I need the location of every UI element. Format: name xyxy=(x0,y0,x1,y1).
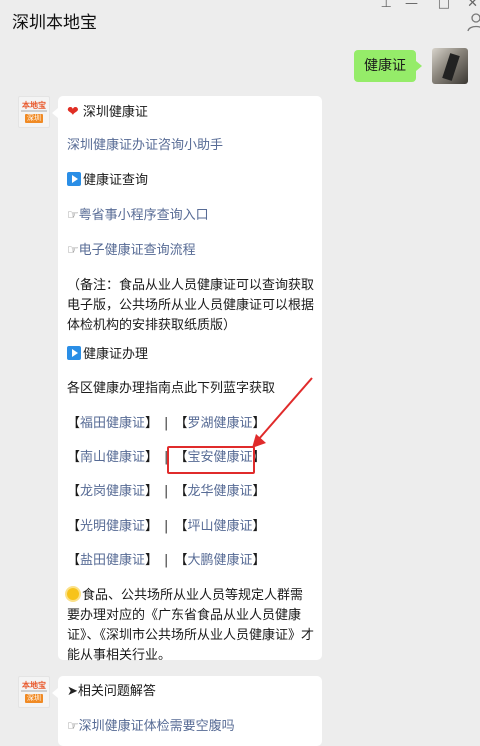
query-link-row-2: ☞电子健康证查询流程 xyxy=(67,241,196,261)
district-link-longgang[interactable]: 龙岗健康证 xyxy=(80,484,145,499)
footer-text-row: 食品、公共场所从业人员等规定人群需要办理对应的《广东省食品从业人员健康证》、《深… xyxy=(67,586,315,666)
district-link-nanshan[interactable]: 南山健康证 xyxy=(80,450,145,465)
district-row: 【盐田健康证】 | 【大鹏健康证】 xyxy=(67,551,265,571)
bracket-open: 【 xyxy=(174,553,188,568)
faq-title: 相关问题解答 xyxy=(77,684,156,699)
heart-icon: ❤ xyxy=(67,104,79,120)
bracket-open: 【 xyxy=(67,553,81,568)
bracket-close: 】 xyxy=(252,519,266,534)
faq-link-row: ☞深圳健康证体检需要空腹吗 xyxy=(67,717,235,737)
sun-icon xyxy=(67,588,79,600)
yss-query-link[interactable]: 粤省事小程序查询入口 xyxy=(79,208,209,223)
avatar-logo-text: 本地宝 xyxy=(22,681,46,690)
district-link-pingshan[interactable]: 坪山健康证 xyxy=(187,519,252,534)
bracket-close: 】 xyxy=(145,553,159,568)
bracket-open: 【 xyxy=(67,519,81,534)
avatar-logo-divider xyxy=(21,110,47,112)
fasting-question-link[interactable]: 深圳健康证体检需要空腹吗 xyxy=(79,719,235,734)
sender-avatar[interactable]: 本地宝 深圳 xyxy=(18,96,50,128)
bracket-open: 【 xyxy=(174,484,188,499)
footer-text: 食品、公共场所从业人员等规定人群需要办理对应的《广东省食品从业人员健康证》、《深… xyxy=(67,588,315,663)
message-bubble-health-cert: ❤ 深圳健康证 深圳健康证办证咨询小助手 健康证查询 ☞粤省事小程序查询入口 ☞… xyxy=(52,96,322,663)
person-icon[interactable] xyxy=(466,12,480,32)
section-query-heading: 健康证查询 xyxy=(67,171,148,191)
title-bar: 深圳本地宝 ⊥ — □ ✕ xyxy=(0,0,480,42)
minimize-icon[interactable]: — xyxy=(405,0,418,11)
maximize-icon[interactable]: □ xyxy=(438,0,450,11)
section-query-label: 健康证查询 xyxy=(83,173,149,188)
message-bubble-faq: ➤相关问题解答 ☞深圳健康证体检需要空腹吗 xyxy=(52,676,322,746)
highlight-box xyxy=(167,446,255,474)
district-link-guangming[interactable]: 光明健康证 xyxy=(80,519,145,534)
district-link-yantian[interactable]: 盐田健康证 xyxy=(80,553,145,568)
avatar-logo-divider xyxy=(21,690,47,692)
bracket-close: 】 xyxy=(145,416,159,431)
message-title: 深圳健康证 xyxy=(82,105,148,120)
close-icon[interactable]: ✕ xyxy=(467,0,478,11)
bracket-open: 【 xyxy=(174,416,188,431)
pin-icon[interactable]: ⊥ xyxy=(381,0,392,11)
district-link-luohu[interactable]: 罗湖健康证 xyxy=(187,416,252,431)
bracket-close: 】 xyxy=(252,553,266,568)
bracket-open: 【 xyxy=(67,416,81,431)
hand-pointer-icon: ☞ xyxy=(67,719,79,734)
district-link-longhua[interactable]: 龙华健康证 xyxy=(187,484,252,499)
bracket-open: 【 xyxy=(67,484,81,499)
play-icon xyxy=(67,172,81,186)
district-link-dapeng[interactable]: 大鹏健康证 xyxy=(187,553,252,568)
separator: | xyxy=(164,519,169,534)
avatar-logo-text: 本地宝 xyxy=(22,101,46,110)
bracket-open: 【 xyxy=(67,450,81,465)
separator: | xyxy=(164,484,169,499)
avatar-logo-tag: 深圳 xyxy=(25,114,43,123)
district-link-futian[interactable]: 福田健康证 xyxy=(80,416,145,431)
bracket-close: 】 xyxy=(252,416,266,431)
chat-title: 深圳本地宝 xyxy=(12,13,97,33)
arrowhead-icon: ➤ xyxy=(67,684,78,699)
sent-message-bubble[interactable]: 健康证 xyxy=(354,50,422,82)
sender-avatar[interactable]: 本地宝 深圳 xyxy=(18,676,50,708)
e-cert-query-link[interactable]: 电子健康证查询流程 xyxy=(79,243,196,258)
section-apply-heading: 健康证办理 xyxy=(67,345,148,365)
helper-link[interactable]: 深圳健康证办证咨询小助手 xyxy=(67,136,223,156)
note-text: （备注：食品从业人员健康证可以查询获取电子版，公共场所从业人员健康证可以根据体检… xyxy=(67,278,315,333)
separator: | xyxy=(164,553,169,568)
message-title-row: ❤ 深圳健康证 xyxy=(67,102,148,123)
bracket-close: 】 xyxy=(252,484,266,499)
bracket-close: 】 xyxy=(145,519,159,534)
play-icon xyxy=(67,346,81,360)
district-row: 【龙岗健康证】 | 【龙华健康证】 xyxy=(67,482,265,502)
separator: | xyxy=(164,416,169,431)
user-avatar[interactable] xyxy=(432,48,468,84)
avatar-logo-tag: 深圳 xyxy=(25,694,43,703)
section-apply-label: 健康证办理 xyxy=(83,347,149,362)
faq-title-row: ➤相关问题解答 xyxy=(67,682,156,702)
query-link-row-1: ☞粤省事小程序查询入口 xyxy=(67,206,209,226)
apply-intro-text: 各区健康办理指南点此下列蓝字获取 xyxy=(67,381,276,396)
bracket-open: 【 xyxy=(174,519,188,534)
hand-pointer-icon: ☞ xyxy=(67,208,79,223)
district-row: 【光明健康证】 | 【坪山健康证】 xyxy=(67,517,265,537)
bracket-close: 】 xyxy=(145,484,159,499)
bracket-close: 】 xyxy=(145,450,159,465)
district-row: 【福田健康证】 | 【罗湖健康证】 xyxy=(67,414,265,434)
hand-pointer-icon: ☞ xyxy=(67,243,79,258)
